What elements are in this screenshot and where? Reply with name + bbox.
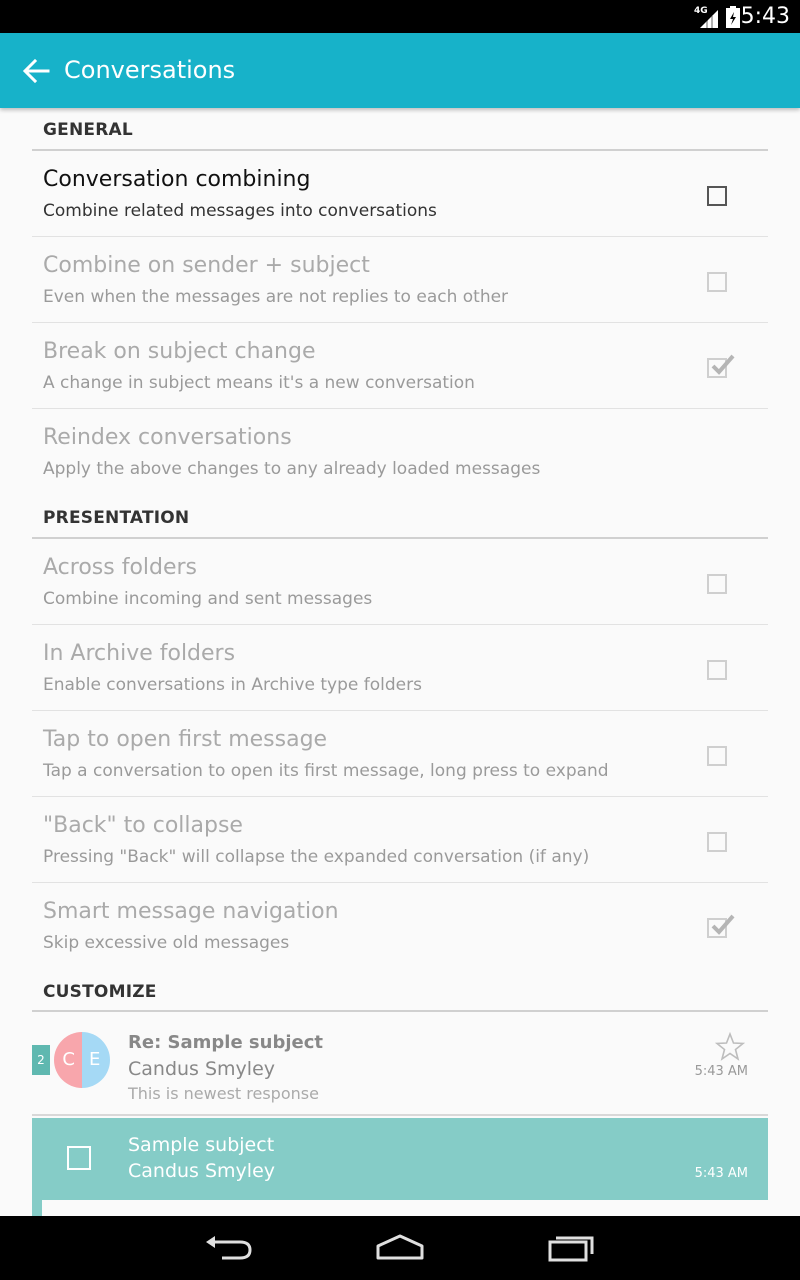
pref-title: Across folders: [43, 555, 198, 580]
pref-summary: Even when the messages are not replies t…: [43, 287, 509, 307]
pref-summary: A change in subject means it's a new con…: [43, 373, 475, 393]
system-nav-bar: [0, 1216, 800, 1280]
pref-checkbox[interactable]: [707, 272, 727, 292]
recents-nav-icon[interactable]: [542, 1228, 602, 1268]
pref-title: Reindex conversations: [43, 425, 292, 450]
pref-reindex-conversations[interactable]: Reindex conversations Apply the above ch…: [32, 409, 768, 495]
pref-conversation-combining[interactable]: Conversation combining Combine related m…: [32, 151, 768, 237]
conversation-time: 5:43 AM: [694, 1064, 748, 1079]
pref-summary: Skip excessive old messages: [43, 933, 290, 953]
pref-title: Tap to open first message: [43, 727, 328, 752]
avatar-letter-e: E: [82, 1032, 110, 1088]
pref-summary: Combine incoming and sent messages: [43, 589, 373, 609]
app-bar: Conversations: [0, 33, 800, 108]
home-nav-icon[interactable]: [370, 1228, 430, 1268]
conversation-snippet: This is newest response: [128, 1084, 319, 1103]
preferences-list[interactable]: GENERAL Conversation combining Combine r…: [0, 108, 800, 1216]
section-header-label: GENERAL: [43, 120, 133, 140]
message-time: 5:43 AM: [694, 1166, 748, 1181]
battery-icon: [726, 6, 740, 28]
conversation-preview-item[interactable]: 2 C E Re: Sample subject Candus Smyley T…: [32, 1012, 768, 1116]
section-header-label: PRESENTATION: [43, 508, 190, 528]
pref-checkbox[interactable]: [707, 914, 735, 938]
pref-checkbox[interactable]: [707, 574, 727, 594]
pref-checkbox[interactable]: [707, 354, 735, 378]
section-header-label: CUSTOMIZE: [43, 982, 157, 1002]
star-outline-icon[interactable]: [715, 1032, 745, 1062]
pref-in-archive-folders[interactable]: In Archive folders Enable conversations …: [32, 625, 768, 711]
selected-message-item[interactable]: Sample subject Candus Smyley 5:43 AM: [32, 1118, 768, 1200]
list-item-accent: [32, 1200, 42, 1216]
message-sender: Candus Smyley: [128, 1160, 276, 1182]
arrow-back-icon[interactable]: [20, 55, 52, 87]
checkmark-icon: [711, 914, 735, 935]
pref-summary: Enable conversations in Archive type fol…: [43, 675, 422, 695]
conversation-subject: Re: Sample subject: [128, 1032, 323, 1053]
pref-summary: Tap a conversation to open its first mes…: [43, 761, 609, 781]
message-subject: Sample subject: [128, 1134, 275, 1156]
pref-summary: Apply the above changes to any already l…: [43, 459, 541, 479]
pref-checkbox[interactable]: [707, 832, 727, 852]
signal-icon: 4G: [694, 6, 720, 28]
pref-tap-to-open-first[interactable]: Tap to open first message Tap a conversa…: [32, 711, 768, 797]
pref-title: Conversation combining: [43, 167, 311, 192]
pref-title: Smart message navigation: [43, 899, 339, 924]
back-nav-icon[interactable]: [200, 1228, 260, 1268]
pref-checkbox[interactable]: [707, 186, 727, 206]
status-time: 5:43: [740, 4, 790, 29]
pref-back-to-collapse[interactable]: "Back" to collapse Pressing "Back" will …: [32, 797, 768, 883]
pref-summary: Combine related messages into conversati…: [43, 201, 437, 221]
avatar-letter-c: C: [54, 1032, 82, 1088]
pref-break-on-subject-change[interactable]: Break on subject change A change in subj…: [32, 323, 768, 409]
pref-smart-message-navigation[interactable]: Smart message navigation Skip excessive …: [32, 883, 768, 969]
section-header-customize: CUSTOMIZE: [32, 970, 768, 1012]
pref-combine-sender-subject[interactable]: Combine on sender + subject Even when th…: [32, 237, 768, 323]
pref-checkbox[interactable]: [707, 660, 727, 680]
pref-across-folders[interactable]: Across folders Combine incoming and sent…: [32, 539, 768, 625]
pref-checkbox[interactable]: [707, 746, 727, 766]
pref-title: In Archive folders: [43, 641, 236, 666]
pref-title: "Back" to collapse: [43, 813, 243, 838]
avatar[interactable]: C E: [54, 1032, 110, 1088]
pref-summary: Pressing "Back" will collapse the expand…: [43, 847, 590, 867]
conversation-sender: Candus Smyley: [128, 1058, 276, 1080]
pref-title: Break on subject change: [43, 339, 316, 364]
status-bar: 4G 5:43: [0, 0, 800, 33]
pref-title: Combine on sender + subject: [43, 253, 370, 278]
checkmark-icon: [711, 354, 735, 375]
section-header-general: GENERAL: [32, 108, 768, 151]
status-icons: 4G: [694, 6, 740, 28]
message-count-badge: 2: [32, 1045, 50, 1075]
section-header-presentation: PRESENTATION: [32, 496, 768, 539]
page-title: Conversations: [64, 56, 236, 84]
message-select-checkbox[interactable]: [67, 1146, 91, 1170]
